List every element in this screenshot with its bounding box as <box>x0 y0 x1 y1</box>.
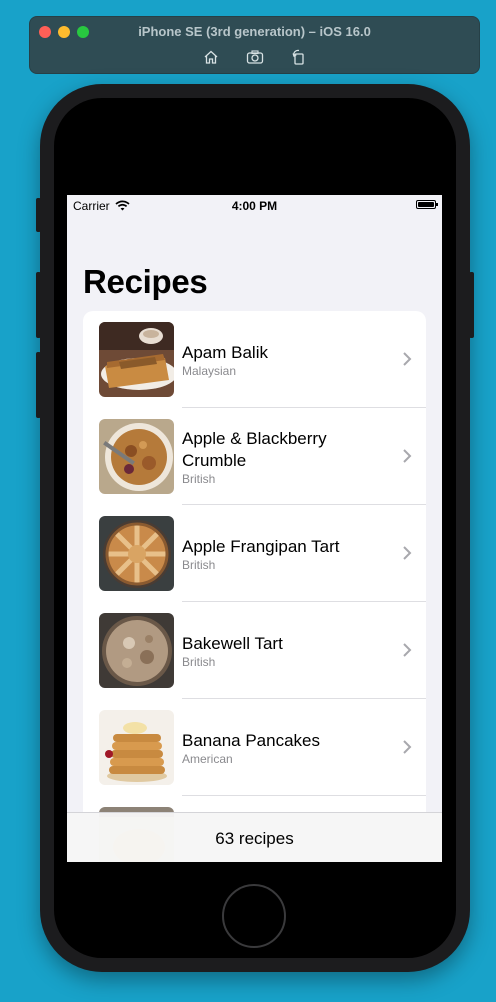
status-bar: Carrier 4:00 PM <box>67 195 442 215</box>
chevron-right-icon <box>403 643 412 657</box>
chevron-right-icon <box>403 352 412 366</box>
recipe-cuisine: British <box>182 557 216 572</box>
screenshot-icon[interactable] <box>245 48 265 66</box>
home-button[interactable] <box>222 884 286 948</box>
simulator-window-bar: iPhone SE (3rd generation) – iOS 16.0 <box>29 16 480 74</box>
recipe-count-label: 63 recipes <box>215 829 294 848</box>
recipe-cuisine: American <box>182 751 233 766</box>
recipe-count-toolbar: 63 recipes <box>67 812 442 862</box>
recipe-row[interactable]: Apple Frangipan Tart British <box>83 505 426 602</box>
battery-icon <box>416 200 438 209</box>
simulator-title: iPhone SE (3rd generation) – iOS 16.0 <box>138 24 371 39</box>
recipe-cuisine: British <box>182 654 216 669</box>
recipe-cuisine: British <box>182 471 216 486</box>
recipe-name: Bakewell Tart <box>182 633 283 653</box>
recipe-name: Apple Frangipan Tart <box>182 536 340 556</box>
recipe-row[interactable]: Banana Pancakes American <box>83 699 426 796</box>
volume-down-button <box>36 352 41 418</box>
recipe-thumbnail <box>99 322 174 397</box>
chevron-right-icon <box>403 546 412 560</box>
page-title: Recipes <box>83 263 208 300</box>
home-icon[interactable] <box>201 48 221 66</box>
recipe-name: Apple & Blackberry Crumble <box>182 428 327 470</box>
recipe-thumbnail <box>99 419 174 494</box>
app-screen: Carrier 4:00 PM Recipes Apam Balik Malay… <box>67 195 442 862</box>
recipe-name: Banana Pancakes <box>182 730 320 750</box>
recipe-name: Apam Balik <box>182 342 268 362</box>
recipe-row[interactable]: Bakewell Tart British <box>83 602 426 699</box>
recipe-row[interactable]: Apam Balik Malaysian <box>83 311 426 408</box>
recipe-row[interactable]: Apple & Blackberry Crumble British <box>83 408 426 505</box>
recipe-thumbnail <box>99 710 174 785</box>
volume-up-button <box>36 272 41 338</box>
chevron-right-icon <box>403 449 412 463</box>
recipe-thumbnail <box>99 613 174 688</box>
power-button <box>469 272 474 338</box>
chevron-right-icon <box>403 740 412 754</box>
recipe-thumbnail <box>99 516 174 591</box>
recipe-cuisine: Malaysian <box>182 363 237 378</box>
mute-switch <box>36 198 41 232</box>
recipe-list: Apam Balik Malaysian Apple & Blackberry … <box>83 311 426 862</box>
rotate-icon[interactable] <box>289 48 309 66</box>
status-time: 4:00 PM <box>231 199 278 213</box>
